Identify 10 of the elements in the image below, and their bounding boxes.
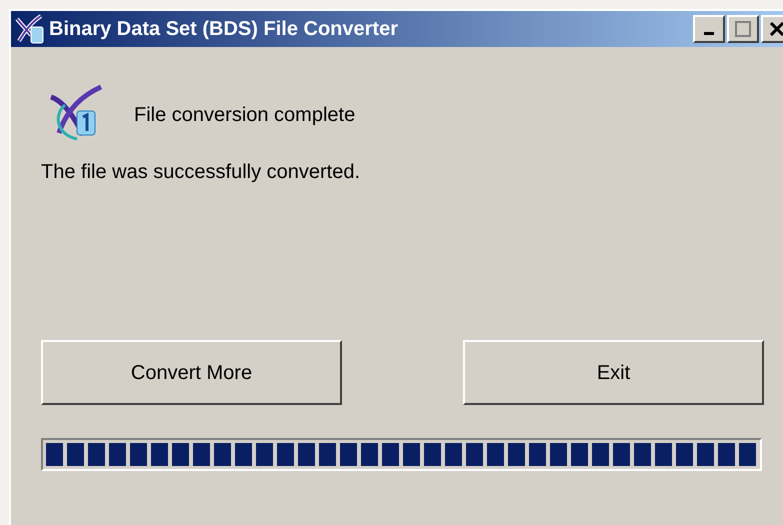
dialog-button[interactable]: Convert More (41, 340, 342, 405)
maximize-icon (735, 21, 751, 37)
minimize-icon (704, 32, 714, 35)
close-icon (770, 22, 783, 36)
dialog-button[interactable]: Exit (463, 340, 764, 405)
maximize-button[interactable] (727, 15, 759, 43)
minimize-button[interactable] (693, 15, 725, 43)
heading: File conversion complete (134, 103, 356, 128)
window-title: Binary Data Set (BDS) File Converter (49, 17, 398, 42)
message: The file was successfully converted. (41, 160, 362, 185)
